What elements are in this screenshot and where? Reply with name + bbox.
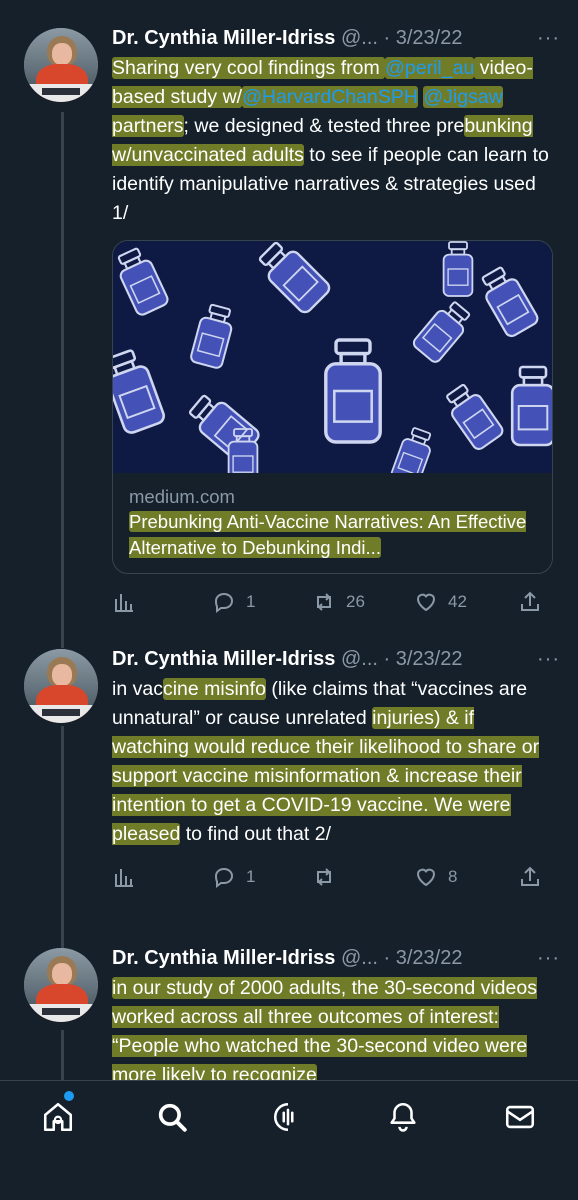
author-name[interactable]: Dr. Cynthia Miller-Idriss xyxy=(112,27,335,49)
tweet-text: Sharing very cool findings from @peril_a… xyxy=(112,54,552,228)
tweet-date[interactable]: · 3/23/22 xyxy=(378,648,462,670)
tweet-actions: 1 8 xyxy=(112,861,552,893)
mention-link[interactable]: @peril_au xyxy=(385,57,475,79)
author-name[interactable]: Dr. Cynthia Miller-Idriss xyxy=(112,947,335,969)
share-button[interactable] xyxy=(518,586,542,618)
like-count: 8 xyxy=(448,867,458,886)
nav-messages[interactable] xyxy=(500,1097,540,1137)
author-handle[interactable]: @... xyxy=(341,27,378,49)
mention-link[interactable]: @Jigsaw xyxy=(423,86,503,108)
mention-link[interactable]: @HarvardChanSPH xyxy=(242,86,418,108)
analytics-icon xyxy=(115,594,133,612)
card-domain: medium.com xyxy=(129,486,235,507)
tweet-text-segment: in vac xyxy=(112,678,163,700)
like-count: 42 xyxy=(448,592,467,611)
analytics-button[interactable] xyxy=(112,586,136,618)
tweet-text-segment: partners xyxy=(112,115,184,137)
reply-icon xyxy=(214,867,234,888)
avatar[interactable] xyxy=(24,649,98,723)
nav-home[interactable] xyxy=(38,1097,78,1137)
search-icon xyxy=(158,1103,187,1132)
tweet-date[interactable]: · 3/23/22 xyxy=(378,27,462,49)
more-options-icon[interactable]: ··· xyxy=(537,645,560,673)
tweet-actions: 1 26 42 xyxy=(112,586,552,618)
tweet[interactable]: Dr. Cynthia Miller-Idriss @... · 3/23/22… xyxy=(0,944,578,1080)
tweet-text-segment: ; we designed & tested three pre xyxy=(183,115,465,137)
tweet-date[interactable]: · 3/23/22 xyxy=(378,947,462,969)
analytics-icon xyxy=(115,869,133,887)
tweet-text-segment: Sharing very cool findings from xyxy=(112,57,386,79)
heart-icon xyxy=(416,868,436,887)
reply-icon xyxy=(214,592,234,613)
bottom-nav xyxy=(0,1080,578,1200)
avatar[interactable] xyxy=(24,28,98,102)
nav-notifications[interactable] xyxy=(383,1097,423,1137)
retweet-button[interactable] xyxy=(312,861,346,893)
retweet-icon xyxy=(317,593,331,611)
link-card[interactable]: medium.com Prebunking Anti-Vaccine Narra… xyxy=(112,240,553,574)
card-image xyxy=(113,241,552,473)
avatar[interactable] xyxy=(24,948,98,1022)
more-options-icon[interactable]: ··· xyxy=(537,944,560,972)
nav-spaces[interactable] xyxy=(268,1097,308,1137)
tweet-text: in our study of 2000 adults, the 30-seco… xyxy=(112,974,552,1080)
share-icon xyxy=(521,866,539,886)
tweet-header: Dr. Cynthia Miller-Idriss @... · 3/23/22… xyxy=(112,24,559,52)
share-icon xyxy=(521,591,539,611)
home-badge-dot xyxy=(64,1091,74,1101)
more-options-icon[interactable]: ··· xyxy=(537,24,560,52)
nav-search[interactable] xyxy=(152,1097,192,1137)
tweet-text-segment: cine misinfo xyxy=(162,678,266,700)
reply-button[interactable]: 1 xyxy=(212,586,255,618)
author-handle[interactable]: @... xyxy=(341,947,378,969)
retweet-count: 26 xyxy=(346,592,365,611)
retweet-button[interactable]: 26 xyxy=(312,586,365,618)
like-button[interactable]: 42 xyxy=(414,586,467,618)
reply-button[interactable]: 1 xyxy=(212,861,255,893)
analytics-button[interactable] xyxy=(112,861,136,893)
share-button[interactable] xyxy=(518,861,542,893)
like-button[interactable]: 8 xyxy=(414,861,457,893)
tweet[interactable]: Dr. Cynthia Miller-Idriss @... · 3/23/22… xyxy=(0,645,578,925)
author-name[interactable]: Dr. Cynthia Miller-Idriss xyxy=(112,648,335,670)
retweet-icon xyxy=(317,868,331,886)
tweet-text: in vaccine misinfo (like claims that “va… xyxy=(112,675,552,849)
tweet-header: Dr. Cynthia Miller-Idriss @... · 3/23/22… xyxy=(112,645,559,673)
tweet-header: Dr. Cynthia Miller-Idriss @... · 3/23/22… xyxy=(112,944,559,972)
card-title-text: Prebunking Anti-Vaccine Narratives: An E… xyxy=(129,511,527,558)
reply-count: 1 xyxy=(246,592,256,611)
tweet-text-segment: in our study of 2000 adults, the 30-seco… xyxy=(112,977,537,1080)
spaces-icon xyxy=(273,1102,294,1132)
messages-icon xyxy=(505,1105,535,1129)
author-handle[interactable]: @... xyxy=(341,648,378,670)
card-title: Prebunking Anti-Vaccine Narratives: An E… xyxy=(129,509,536,561)
tweet[interactable]: Dr. Cynthia Miller-Idriss @... · 3/23/22… xyxy=(0,24,578,634)
heart-icon xyxy=(416,593,436,612)
tweet-text-segment: to find out that 2/ xyxy=(180,823,331,845)
notifications-icon xyxy=(390,1102,416,1132)
reply-count: 1 xyxy=(246,867,256,886)
timeline: Dr. Cynthia Miller-Idriss @... · 3/23/22… xyxy=(0,0,578,1080)
home-icon xyxy=(43,1102,73,1132)
